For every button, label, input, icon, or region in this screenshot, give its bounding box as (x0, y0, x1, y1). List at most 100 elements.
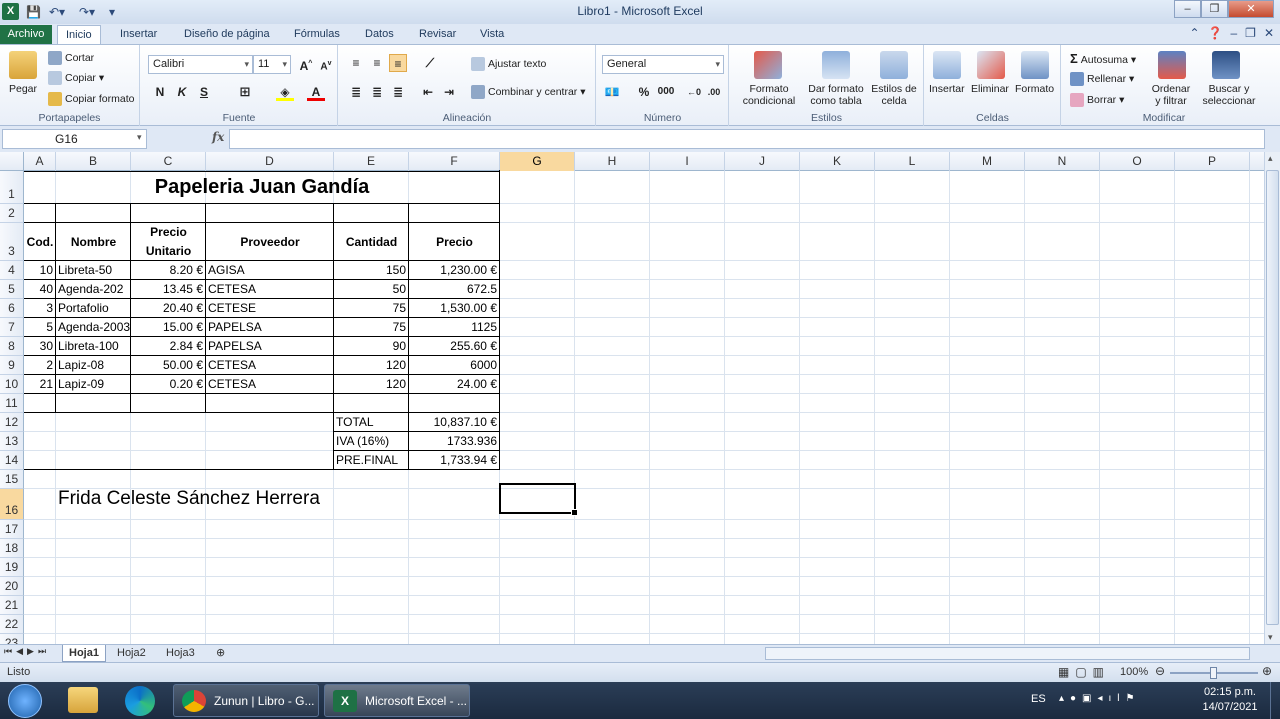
increase-decimal-icon[interactable]: ←0 (685, 83, 703, 101)
thousands-button[interactable]: 000 (655, 83, 677, 101)
currency-icon[interactable]: 💶 (603, 83, 621, 101)
increase-indent-icon[interactable]: ⇥ (440, 83, 458, 101)
format-cells-icon[interactable] (1021, 51, 1049, 79)
new-sheet-icon[interactable]: ⊕ (210, 645, 231, 662)
cell-nombre[interactable]: Lapiz-08 (58, 356, 130, 375)
cell-cantidad[interactable]: 90 (336, 337, 408, 356)
help-icon[interactable]: ❓ (1208, 26, 1223, 40)
row-header-3[interactable]: 3 (0, 223, 24, 261)
row-header-15[interactable]: 15 (0, 470, 24, 489)
cell-cantidad[interactable]: 50 (336, 280, 408, 299)
cell-pu[interactable]: 15.00 € (133, 318, 205, 337)
format-cells-button[interactable]: Formato (1015, 83, 1054, 95)
view-mode-icons[interactable]: ▦▢▥ (1058, 665, 1110, 679)
cell-proveedor[interactable]: CETESA (208, 280, 333, 299)
column-header-p[interactable]: P (1175, 152, 1250, 171)
language-indicator[interactable]: ES (1031, 693, 1046, 705)
cell-cantidad[interactable]: 75 (336, 299, 408, 318)
row-header-1[interactable]: 1 (0, 171, 24, 204)
align-top-icon[interactable]: ≡ (347, 54, 365, 72)
cell-cod[interactable]: 10 (26, 261, 55, 280)
workbook-restore-icon[interactable]: ❐ (1245, 26, 1256, 40)
edge-browser-icon[interactable] (125, 686, 155, 716)
row-header-20[interactable]: 20 (0, 577, 24, 596)
taskbar-excel-window[interactable]: X Microsoft Excel - ... (324, 684, 470, 717)
insert-function-icon[interactable]: fx (212, 130, 224, 144)
column-header-b[interactable]: B (56, 152, 131, 171)
cell-cantidad[interactable]: 120 (336, 356, 408, 375)
column-header-j[interactable]: J (725, 152, 800, 171)
windows-start-icon[interactable] (8, 684, 42, 718)
minimize-ribbon-icon[interactable]: ⌃ (1189, 26, 1199, 40)
row-header-7[interactable]: 7 (0, 318, 24, 337)
find-select-button[interactable]: Buscar y seleccionar (1198, 83, 1260, 107)
row-header-22[interactable]: 22 (0, 615, 24, 634)
row-header-21[interactable]: 21 (0, 596, 24, 615)
cell-precio[interactable]: 255.60 € (411, 337, 499, 356)
format-as-table-button[interactable]: Dar formato como tabla (804, 83, 868, 107)
header-nombre[interactable]: Nombre (56, 223, 131, 261)
name-box-dropdown-icon[interactable]: ▾ (137, 132, 142, 143)
header-precio-unitario-line2[interactable]: Unitario (131, 242, 206, 261)
header-proveedor[interactable]: Proveedor (206, 223, 334, 261)
align-middle-icon[interactable]: ≡ (368, 54, 386, 72)
cell-pu[interactable]: 13.45 € (133, 280, 205, 299)
header-cod[interactable]: Cod. (24, 223, 56, 261)
cell-cod[interactable]: 21 (26, 375, 55, 394)
cell-cod[interactable]: 2 (26, 356, 55, 375)
worksheet-grid[interactable]: ABCDEFGHIJKLMNOP 1 2 3 4 5 6 7 8 9 10 11 12 13 14 15 16… (0, 152, 1264, 644)
tab-diseno-pagina[interactable]: Diseño de página (176, 25, 278, 44)
workbook-minimize-icon[interactable]: – (1230, 26, 1237, 40)
cell-cantidad[interactable]: 150 (336, 261, 408, 280)
tab-revisar[interactable]: Revisar (411, 25, 464, 44)
cell-precio[interactable]: 1,530.00 € (411, 299, 499, 318)
cell-proveedor[interactable]: PAPELSA (208, 337, 333, 356)
copy-button[interactable]: Copiar ▾ (48, 71, 104, 85)
row-header-13[interactable]: 13 (0, 432, 24, 451)
sheet-title[interactable]: Papeleria Juan Gandía (24, 171, 500, 204)
sheet-tab-hoja2[interactable]: Hoja2 (111, 645, 152, 662)
decrease-decimal-icon[interactable]: .00 (705, 83, 723, 101)
wrap-text-button[interactable]: Ajustar texto (471, 57, 546, 71)
cell-precio[interactable]: 24.00 € (411, 375, 499, 394)
italic-button[interactable]: K (173, 83, 191, 101)
sheet-tab-hoja1[interactable]: Hoja1 (62, 645, 106, 662)
column-header-f[interactable]: F (409, 152, 500, 171)
grow-font-button[interactable]: A^ (297, 55, 315, 73)
font-size-select[interactable]: 11 (253, 55, 291, 74)
font-name-select[interactable]: Calibri (148, 55, 253, 74)
align-center-icon[interactable]: ≣ (368, 83, 386, 101)
row-header-9[interactable]: 9 (0, 356, 24, 375)
row-header-2[interactable]: 2 (0, 204, 24, 223)
cell-proveedor[interactable]: CETESE (208, 299, 333, 318)
copy-format-button[interactable]: Copiar formato (48, 92, 134, 106)
cell-styles-icon[interactable] (880, 51, 908, 79)
cell-precio[interactable]: 6000 (411, 356, 499, 375)
column-header-m[interactable]: M (950, 152, 1025, 171)
column-header-l[interactable]: L (875, 152, 950, 171)
clear-button[interactable]: Borrar ▾ (1070, 93, 1124, 107)
shrink-font-button[interactable]: Av (317, 55, 335, 73)
cell-nombre[interactable]: Agenda-2003 (58, 318, 130, 337)
cell-pu[interactable]: 20.40 € (133, 299, 205, 318)
column-header-e[interactable]: E (334, 152, 409, 171)
decrease-indent-icon[interactable]: ⇤ (419, 83, 437, 101)
taskbar-chrome-window[interactable]: Zunun | Libro - G... (173, 684, 319, 717)
cell-pu[interactable]: 8.20 € (133, 261, 205, 280)
clock-time[interactable]: 02:15 p.m. (1202, 686, 1258, 698)
minimize-button[interactable]: – (1174, 0, 1201, 18)
cell-proveedor[interactable]: CETESA (208, 356, 333, 375)
show-desktop-button[interactable] (1270, 682, 1278, 719)
cell-nombre[interactable]: Lapiz-09 (58, 375, 130, 394)
scroll-up-icon[interactable]: ▴ (1268, 153, 1273, 164)
column-header-k[interactable]: K (800, 152, 875, 171)
cell-nombre[interactable]: Agenda-202 (58, 280, 130, 299)
autosum-button[interactable]: Σ Autosuma ▾ (1070, 51, 1136, 66)
column-header-i[interactable]: I (650, 152, 725, 171)
column-header-a[interactable]: A (24, 152, 56, 171)
row-header-6[interactable]: 6 (0, 299, 24, 318)
total-value[interactable]: 1,733.94 € (411, 451, 499, 470)
conditional-format-icon[interactable] (754, 51, 782, 79)
row-header-5[interactable]: 5 (0, 280, 24, 299)
tab-archivo[interactable]: Archivo (0, 25, 52, 44)
